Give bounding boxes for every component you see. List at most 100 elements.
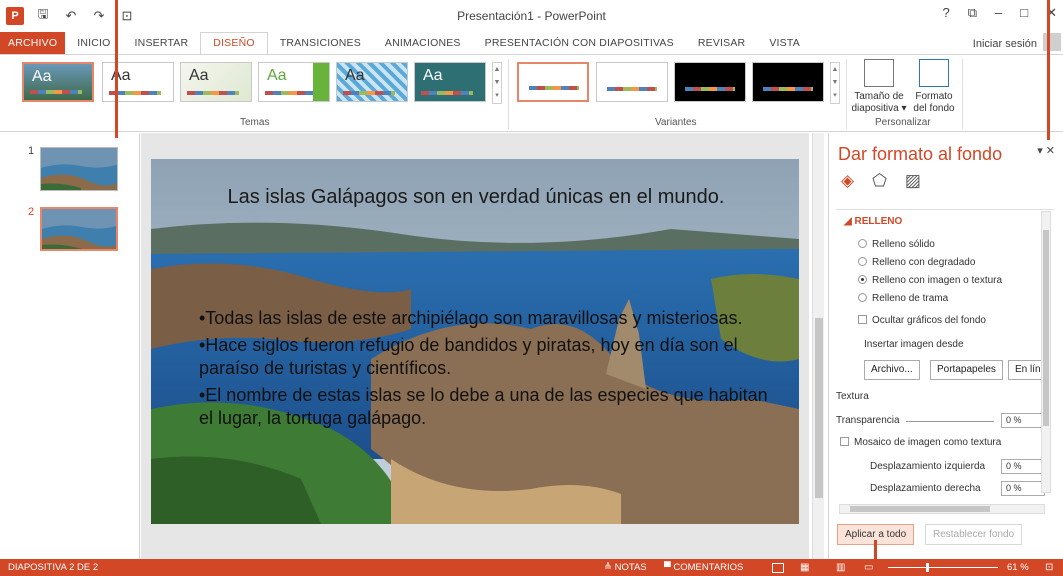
comments-button[interactable]: ▀ COMENTARIOS: [664, 562, 743, 573]
tab-inicio[interactable]: INICIO: [65, 32, 122, 54]
variants-group-label: Variantes: [655, 117, 697, 128]
transparency-input[interactable]: 0 %: [1001, 413, 1045, 428]
slide[interactable]: Las islas Galápagos son en verdad únicas…: [151, 159, 799, 524]
slide-size-button[interactable]: Tamaño de diapositiva ▾: [850, 59, 908, 115]
slide-thumbnail-1[interactable]: [40, 147, 118, 191]
tab-archivo[interactable]: ARCHIVO: [0, 32, 66, 54]
variant-thumbnail[interactable]: [674, 62, 746, 102]
editing-canvas: Las islas Galápagos son en verdad únicas…: [141, 133, 809, 559]
scroll-thumb[interactable]: [1043, 230, 1049, 426]
window-title: Presentación1 - PowerPoint: [457, 9, 606, 23]
slides-pane: 1 2: [0, 133, 140, 559]
slide-size-icon: [864, 59, 894, 87]
theme-thumbnail[interactable]: Aa: [22, 62, 94, 102]
ribbon-display-icon[interactable]: ⧉: [968, 5, 977, 21]
pane-icon-tabs: ◈ ⬠ ▨: [841, 171, 921, 191]
offset-left-label: Desplazamiento izquierda: [870, 461, 986, 472]
reading-view-icon[interactable]: ▥: [836, 562, 845, 573]
scroll-thumb[interactable]: [850, 506, 990, 512]
transparency-label: Transparencia: [836, 415, 900, 426]
reset-background-button[interactable]: Restablecer fondo: [925, 524, 1023, 545]
zoom-level[interactable]: 61 %: [1007, 562, 1029, 573]
ribbon: Aa Aa Aa Aa Aa Aa ▲ ▼ ▾ Temas ▲ ▼ ▾ Variante…: [0, 54, 1063, 132]
tab-animaciones[interactable]: ANIMACIONES: [373, 32, 473, 54]
radio-picture-fill[interactable]: Relleno con imagen o textura: [858, 274, 1002, 288]
theme-thumbnail[interactable]: Aa: [414, 62, 486, 102]
maximize-icon[interactable]: □: [1020, 5, 1028, 21]
ribbon-tabs: ARCHIVO INICIO INSERTAR DISEÑO TRANSICIO…: [0, 32, 1063, 54]
variant-thumbnail[interactable]: [517, 62, 589, 102]
slideshow-icon[interactable]: ▭: [864, 562, 873, 573]
tab-insertar[interactable]: INSERTAR: [123, 32, 201, 54]
avatar[interactable]: [1043, 33, 1061, 51]
landscape-thumbnail: [42, 209, 116, 249]
radio-gradient-fill[interactable]: Relleno con degradado: [858, 256, 975, 270]
tab-presentacion[interactable]: PRESENTACIÓN CON DIAPOSITIVAS: [473, 32, 686, 54]
pentagon-effects-icon[interactable]: ⬠: [872, 171, 887, 191]
zoom-slider[interactable]: [888, 563, 998, 572]
hide-background-checkbox[interactable]: Ocultar gráficos del fondo: [858, 314, 986, 328]
bullet-item: •Hace siglos fueron refugio de bandidos …: [199, 335, 738, 378]
pane-title: Dar formato al fondo: [838, 144, 1003, 164]
tab-revisar[interactable]: REVISAR: [686, 32, 758, 54]
help-icon[interactable]: ?: [942, 5, 949, 21]
format-background-pane: Dar formato al fondo ▾ ✕ ◈ ⬠ ▨ ◢ RELLENO…: [828, 133, 1063, 559]
offset-left-input[interactable]: 0 %: [1001, 459, 1045, 474]
fill-bucket-icon[interactable]: ◈: [841, 171, 854, 191]
radio-solid-fill[interactable]: Relleno sólido: [858, 238, 935, 252]
bullet-item: •El nombre de estas islas se lo debe a u…: [199, 385, 768, 428]
title-bar: P 🖫 ↶ ↷ ⊡ Presentación1 - PowerPoint ? ⧉…: [0, 0, 1063, 32]
slide-number: 2: [28, 206, 35, 218]
tile-checkbox[interactable]: Mosaico de imagen como textura: [840, 436, 1001, 450]
fit-to-window-icon[interactable]: ⊡: [1045, 562, 1053, 573]
notes-button[interactable]: ≜ NOTAS: [604, 562, 647, 573]
tab-vista[interactable]: VISTA: [757, 32, 812, 54]
customize-group-label: Personalizar: [875, 117, 931, 128]
theme-thumbnail[interactable]: Aa: [336, 62, 408, 102]
slide-counter: DIAPOSITIVA 2 DE 2: [8, 562, 99, 573]
format-background-button[interactable]: Formato del fondo: [908, 59, 960, 115]
powerpoint-window: P 🖫 ↶ ↷ ⊡ Presentación1 - PowerPoint ? ⧉…: [0, 0, 1063, 576]
slide-sorter-icon[interactable]: ▦: [800, 562, 809, 573]
variant-thumbnail[interactable]: [596, 62, 668, 102]
picture-icon[interactable]: ▨: [905, 171, 921, 191]
theme-thumbnail[interactable]: Aa: [258, 62, 330, 102]
radio-pattern-fill[interactable]: Relleno de trama: [858, 292, 948, 306]
pane-content: ◢ RELLENO Relleno sólido Relleno con deg…: [836, 209, 1054, 499]
offset-right-label: Desplazamiento derecha: [870, 483, 981, 494]
file-button[interactable]: Archivo...: [864, 360, 920, 380]
slide-body[interactable]: •Todas las islas de este archipiélago so…: [199, 307, 769, 434]
minimize-icon[interactable]: –: [995, 5, 1002, 21]
theme-thumbnail[interactable]: Aa: [102, 62, 174, 102]
pane-controls[interactable]: ▾ ✕: [1037, 144, 1055, 157]
fill-section-header[interactable]: ◢ RELLENO: [844, 216, 902, 227]
variants-scroll[interactable]: ▲ ▼ ▾: [830, 62, 840, 104]
pane-vertical-scrollbar[interactable]: [1041, 211, 1051, 493]
landscape-thumbnail: [41, 148, 117, 190]
group-separator: [962, 59, 963, 129]
normal-view-icon[interactable]: [772, 563, 784, 573]
slide-thumbnail-2[interactable]: [40, 207, 118, 251]
group-separator: [508, 59, 509, 129]
signin-link[interactable]: Iniciar sesión: [973, 38, 1037, 50]
slide-number: 1: [28, 145, 35, 157]
texture-label: Textura: [836, 391, 869, 402]
variant-thumbnail[interactable]: [752, 62, 824, 102]
tab-transiciones[interactable]: TRANSICIONES: [268, 32, 373, 54]
callout-line: [115, 0, 118, 138]
bullet-item: •Todas las islas de este archipiélago so…: [199, 308, 743, 328]
theme-thumbnail[interactable]: Aa: [180, 62, 252, 102]
clipboard-button[interactable]: Portapapeles: [930, 360, 1003, 380]
offset-right-input[interactable]: 0 %: [1001, 481, 1045, 496]
pane-horizontal-scrollbar[interactable]: [839, 504, 1045, 514]
format-background-icon: [919, 59, 949, 87]
tab-diseno[interactable]: DISEÑO: [200, 32, 268, 54]
status-bar: DIAPOSITIVA 2 DE 2 ≜ NOTAS ▀ COMENTARIOS…: [0, 559, 1063, 576]
zoom-knob[interactable]: [926, 563, 929, 572]
group-separator: [846, 59, 847, 129]
themes-scroll[interactable]: ▲ ▼ ▾: [492, 62, 502, 104]
slide-title[interactable]: Las islas Galápagos son en verdad únicas…: [191, 184, 761, 211]
scroll-thumb[interactable]: [815, 318, 823, 498]
transparency-slider[interactable]: [906, 421, 994, 422]
canvas-scrollbar[interactable]: [812, 133, 824, 559]
